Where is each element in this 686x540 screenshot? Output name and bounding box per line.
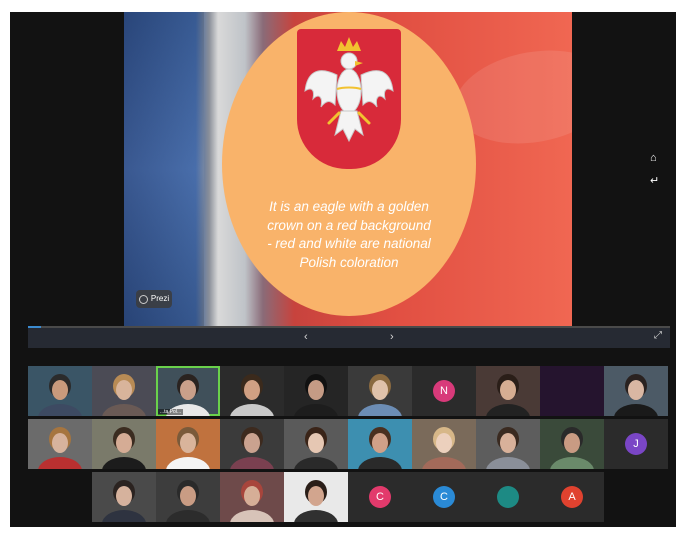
participant-video bbox=[102, 480, 146, 522]
participant-video bbox=[230, 480, 274, 522]
participant-tile[interactable] bbox=[540, 419, 604, 469]
participant-tile[interactable] bbox=[540, 366, 604, 416]
participant-video bbox=[38, 427, 82, 469]
participant-tile[interactable] bbox=[92, 472, 156, 522]
participant-initial-avatar: N bbox=[433, 380, 455, 402]
participant-video bbox=[614, 374, 658, 416]
participant-initial-avatar: C bbox=[433, 486, 455, 508]
participant-tile[interactable]: N bbox=[412, 366, 476, 416]
home-icon[interactable]: ⌂ bbox=[650, 152, 657, 164]
participant-tile[interactable] bbox=[476, 472, 540, 522]
participant-tile[interactable] bbox=[476, 366, 540, 416]
participant-tile[interactable] bbox=[28, 366, 92, 416]
participant-tile[interactable] bbox=[92, 419, 156, 469]
previous-page-button[interactable]: ‹ bbox=[304, 331, 308, 343]
participant-tile[interactable] bbox=[604, 366, 668, 416]
participant-video bbox=[486, 427, 530, 469]
participant-tile[interactable] bbox=[220, 366, 284, 416]
participant-tile[interactable]: ...ta Pol... bbox=[156, 366, 220, 416]
participant-tile[interactable] bbox=[284, 419, 348, 469]
participant-tile[interactable] bbox=[412, 419, 476, 469]
participant-video bbox=[422, 427, 466, 469]
participant-video bbox=[294, 427, 338, 469]
participant-name: ...ta Pol... bbox=[158, 409, 184, 415]
participant-initial-avatar: C bbox=[369, 486, 391, 508]
participant-initial-avatar: A bbox=[561, 486, 583, 508]
participant-video bbox=[230, 427, 274, 469]
meeting-window: It is an eagle with a golden crown on a … bbox=[10, 12, 676, 527]
participant-tile[interactable] bbox=[92, 366, 156, 416]
participant-tile[interactable] bbox=[156, 419, 220, 469]
participant-video bbox=[102, 374, 146, 416]
participant-tile[interactable] bbox=[284, 472, 348, 522]
participant-tile[interactable] bbox=[220, 419, 284, 469]
expand-icon[interactable]: ⤢ bbox=[654, 330, 662, 341]
participant-tile[interactable] bbox=[220, 472, 284, 522]
participant-gallery: ...ta Pol... N J C C A bbox=[10, 366, 676, 526]
participant-video bbox=[294, 480, 338, 522]
participant-video bbox=[166, 427, 210, 469]
participant-video bbox=[102, 427, 146, 469]
participant-tile[interactable]: C bbox=[412, 472, 476, 522]
participant-video bbox=[550, 427, 594, 469]
participant-tile[interactable] bbox=[348, 419, 412, 469]
participant-tile[interactable] bbox=[28, 419, 92, 469]
participant-tile[interactable] bbox=[348, 366, 412, 416]
prezi-badge-label: Prezi bbox=[150, 294, 170, 303]
eagle-icon bbox=[304, 37, 394, 143]
participant-tile[interactable]: J bbox=[604, 419, 668, 469]
participant-video bbox=[486, 374, 530, 416]
participant-video bbox=[38, 374, 82, 416]
participant-initial-avatar: J bbox=[625, 433, 647, 455]
participant-video bbox=[230, 374, 274, 416]
gallery-navigation: ‹ › ⤢ bbox=[28, 328, 670, 348]
participant-avatar-icon bbox=[497, 486, 519, 508]
participant-tile[interactable] bbox=[156, 472, 220, 522]
participant-tile[interactable]: A bbox=[540, 472, 604, 522]
shared-screen-slide: It is an eagle with a golden crown on a … bbox=[124, 12, 572, 326]
participant-video bbox=[358, 427, 402, 469]
polish-eagle-emblem bbox=[297, 29, 401, 169]
participant-video bbox=[358, 374, 402, 416]
participant-tile[interactable] bbox=[476, 419, 540, 469]
next-page-button[interactable]: › bbox=[390, 331, 394, 343]
flag-fold-shadow bbox=[124, 12, 204, 326]
back-arrow-icon[interactable]: ↵ bbox=[650, 174, 659, 187]
participant-tile[interactable] bbox=[284, 366, 348, 416]
participant-tile[interactable]: C bbox=[348, 472, 412, 522]
participant-video bbox=[294, 374, 338, 416]
prezi-badge[interactable]: Prezi bbox=[136, 290, 172, 308]
prezi-logo-icon bbox=[138, 294, 148, 304]
slide-caption: It is an eagle with a golden crown on a … bbox=[267, 199, 431, 270]
participant-video bbox=[166, 480, 210, 522]
